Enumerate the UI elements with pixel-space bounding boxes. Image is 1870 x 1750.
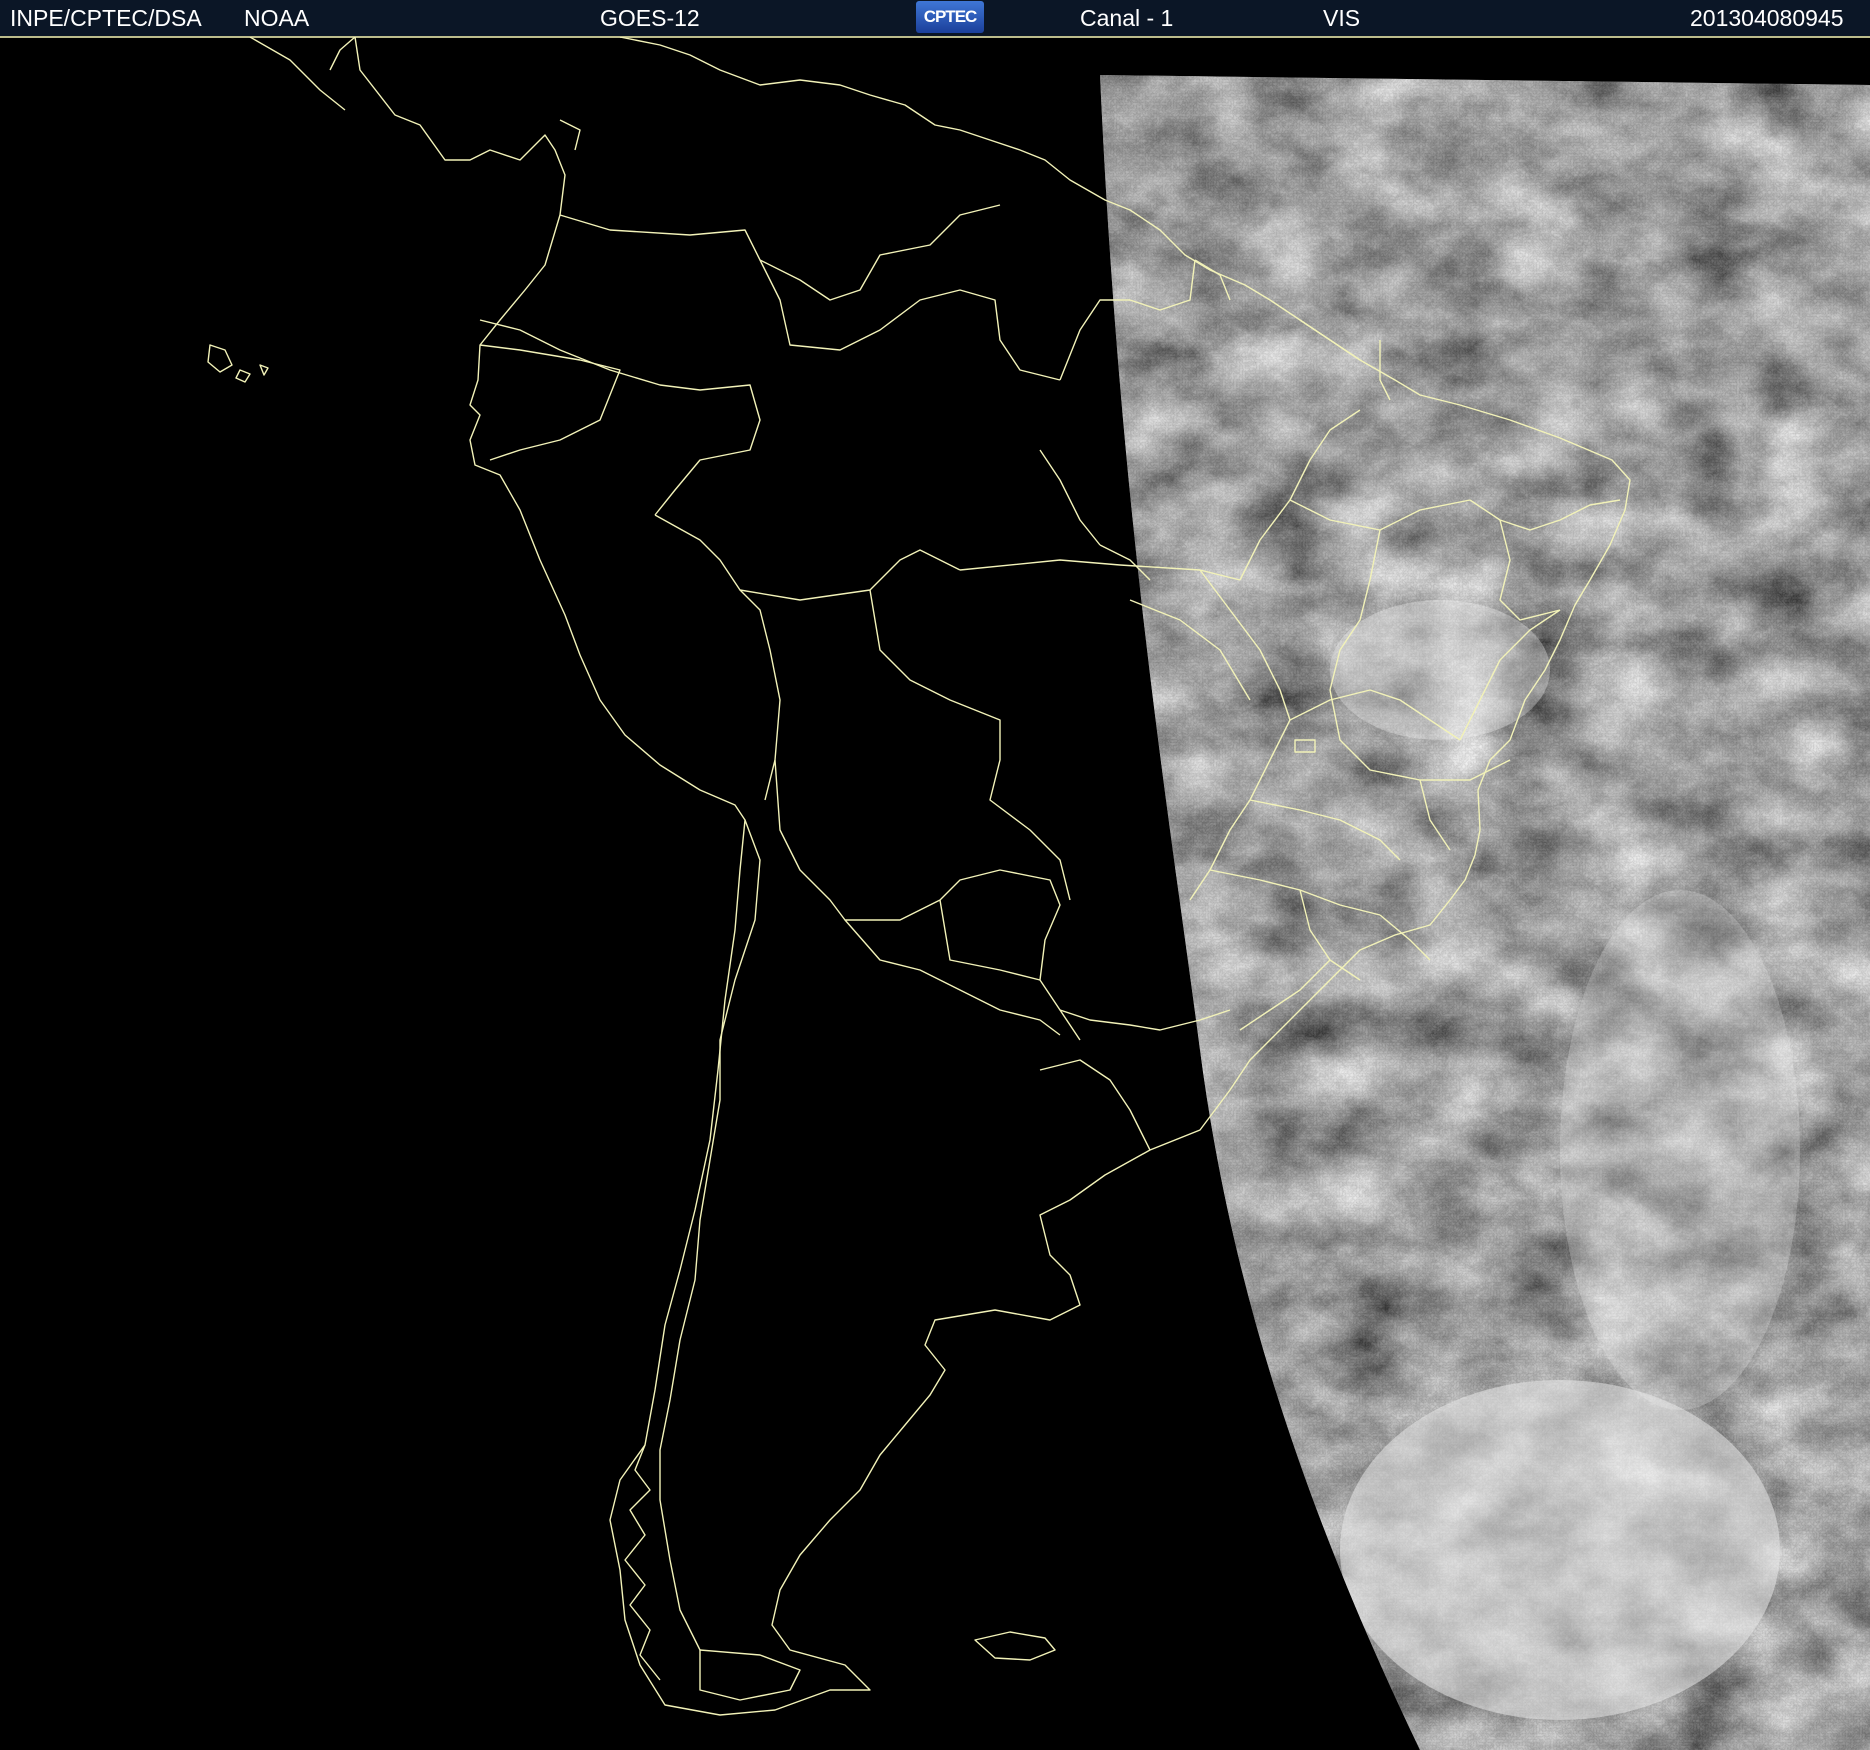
border-peru-brazil [654,514,961,601]
border-colombia [559,204,1001,301]
border-venezuela [759,259,1061,381]
border-peru-bolivia [739,589,781,801]
border-brazil-bolivia [869,589,1071,901]
border-amazonas-ne [1039,449,1101,546]
border-ecuador [479,344,621,461]
institution-label: INPE/CPTEC/DSA [10,5,202,31]
border-paraguay-south [939,899,1041,981]
border-argentina-chile [659,819,761,1651]
border-uruguay [1039,1059,1151,1151]
map-svg [207,37,1870,1750]
logo-text: CPTEC [923,7,978,26]
satellite-map [0,37,1870,1750]
cptec-logo: CPTEC [916,1,984,33]
border-bolivia-south [774,759,941,921]
agency-label: NOAA [244,5,310,31]
satellite-label: GOES-12 [600,5,700,31]
band-label: VIS [1323,5,1361,31]
image-header-bar: INPE/CPTEC/DSA NOAA GOES-12 CPTEC Canal … [0,0,1870,38]
timestamp-label: 201304080945 [1690,5,1844,31]
border-colombia-south [479,319,761,516]
satellite-imagery [1100,75,1870,1750]
channel-label: Canal - 1 [1080,5,1174,31]
border-paraguay [939,869,1081,1041]
